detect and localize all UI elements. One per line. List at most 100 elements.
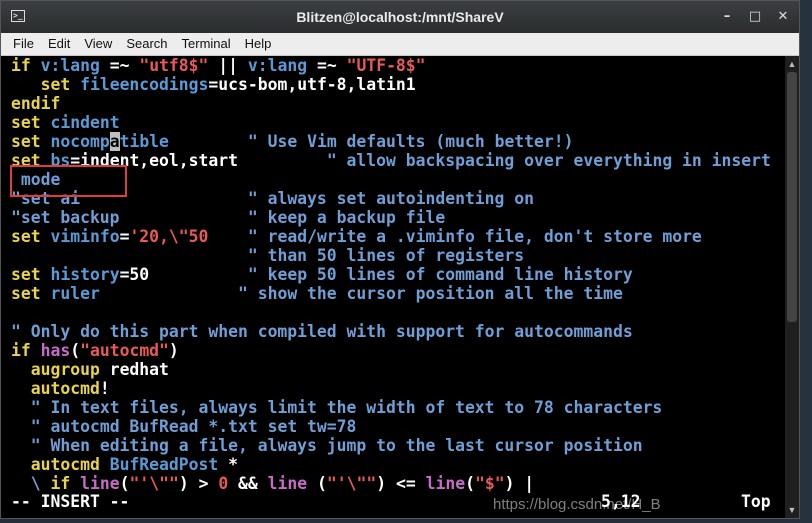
code-token: line <box>425 474 466 493</box>
scroll-up-icon[interactable]: ▲ <box>785 58 799 70</box>
code-token: ( <box>70 341 81 360</box>
code-token: ruler <box>50 284 100 303</box>
code-token: if <box>11 56 31 75</box>
code-token: " show the cursor position all the time <box>237 284 623 303</box>
code-token: v:lang <box>40 56 100 75</box>
scrollbar-thumb[interactable] <box>787 72 797 322</box>
cursor-position: 5,12 <box>601 492 641 511</box>
menu-edit[interactable]: Edit <box>41 33 77 51</box>
menu-bar: File Edit View Search Terminal Help <box>1 33 799 56</box>
code-token: "utf8$" <box>139 56 209 75</box>
code-token: " Use Vim defaults (much better!) <box>247 132 574 151</box>
code-token: =~ <box>99 56 140 75</box>
scroll-position: Top <box>741 492 771 511</box>
code-token: set <box>11 265 41 284</box>
code-token: ) <= <box>376 474 426 493</box>
code-line: set fileencodings=ucs-bom,utf-8,latin1 <box>11 75 416 94</box>
code-line: " than 50 lines of registers <box>11 246 524 265</box>
menu-file[interactable]: File <box>1 33 41 51</box>
code-token: endif <box>11 94 61 113</box>
code-token: " In text files, always limit the width … <box>30 398 663 417</box>
code-token: "$" <box>474 474 505 493</box>
code-line: set nocompatible " Use Vim defaults (muc… <box>11 132 574 151</box>
code-token: line <box>267 474 308 493</box>
code-token: && <box>228 474 268 493</box>
menu-view[interactable]: View <box>77 33 119 51</box>
code-token: " autocmd BufRead *.txt set tw=78 <box>30 417 357 436</box>
code-token: "set backup <box>11 208 120 227</box>
code-token: cindent <box>50 113 120 132</box>
code-token: set <box>11 227 41 246</box>
code-token: =~ <box>307 56 347 75</box>
code-token: set <box>11 284 41 303</box>
code-line: if v:lang =~ "utf8$" || v:lang =~ "UTF-8… <box>11 56 426 75</box>
code-token: ( <box>465 474 475 493</box>
desktop-edge <box>800 0 812 523</box>
code-token: autocmd <box>30 455 100 474</box>
code-token: ( <box>307 474 327 493</box>
menu-search[interactable]: Search <box>119 33 174 51</box>
menu-help[interactable]: Help <box>238 33 279 51</box>
code-token: if <box>50 474 71 493</box>
menu-terminal[interactable]: Terminal <box>175 33 238 51</box>
code-token: augroup <box>30 360 100 379</box>
code-token: set <box>11 132 41 151</box>
code-token: =50 <box>119 265 248 284</box>
code-token: ! <box>99 379 110 398</box>
code-token: '20,\"50 <box>129 227 209 246</box>
code-token: "'\"" <box>129 474 179 493</box>
code-line: set ruler " show the cursor position all… <box>11 284 623 303</box>
vim-editor[interactable]: if v:lang =~ "utf8$" || v:lang =~ "UTF-8… <box>1 56 785 518</box>
code-token: " When editing a file, always jump to th… <box>30 436 643 455</box>
code-line: autocmd BufReadPost * <box>11 455 238 474</box>
code-line: \ if line("'\"") > 0 && line ("'\"") <= … <box>11 474 534 493</box>
title-bar[interactable]: >_ Blitzen@localhost:/mnt/ShareV – □ ✕ <box>1 1 799 33</box>
code-line: augroup redhat <box>11 360 169 379</box>
code-token: BufReadPost <box>109 455 219 474</box>
scrollbar[interactable]: ▲ ▼ <box>785 56 799 518</box>
minimize-icon[interactable]: – <box>719 9 735 25</box>
code-token: || <box>208 56 248 75</box>
code-line: set cindent <box>11 113 120 132</box>
code-token: redhat <box>99 360 169 379</box>
code-line: autocmd! <box>11 379 110 398</box>
code-token: has <box>40 341 71 360</box>
close-icon[interactable]: ✕ <box>775 9 791 25</box>
code-token: fileencodings <box>80 75 209 94</box>
code-token: nocomp <box>50 132 110 151</box>
code-token: * <box>218 455 239 474</box>
code-token: " than 50 lines of registers <box>247 246 525 265</box>
code-token: line <box>80 474 120 493</box>
code-token: \ <box>30 474 41 493</box>
scroll-down-icon[interactable]: ▼ <box>785 504 799 516</box>
code-line: " Only do this part when compiled with s… <box>11 322 633 341</box>
maximize-icon[interactable]: □ <box>747 9 763 25</box>
text-cursor: a <box>109 132 120 151</box>
code-token: "UTF-8$" <box>346 56 426 75</box>
code-token: ( <box>119 474 130 493</box>
code-token: if <box>11 341 31 360</box>
code-token: " keep 50 lines of command line history <box>247 265 633 284</box>
window-title: Blitzen@localhost:/mnt/ShareV <box>296 9 504 25</box>
code-token: "autocmd" <box>80 341 169 360</box>
code-token: =ucs-bom,utf-8,latin1 <box>208 75 416 94</box>
code-token: ) <box>168 341 179 360</box>
code-token: tible <box>119 132 169 151</box>
